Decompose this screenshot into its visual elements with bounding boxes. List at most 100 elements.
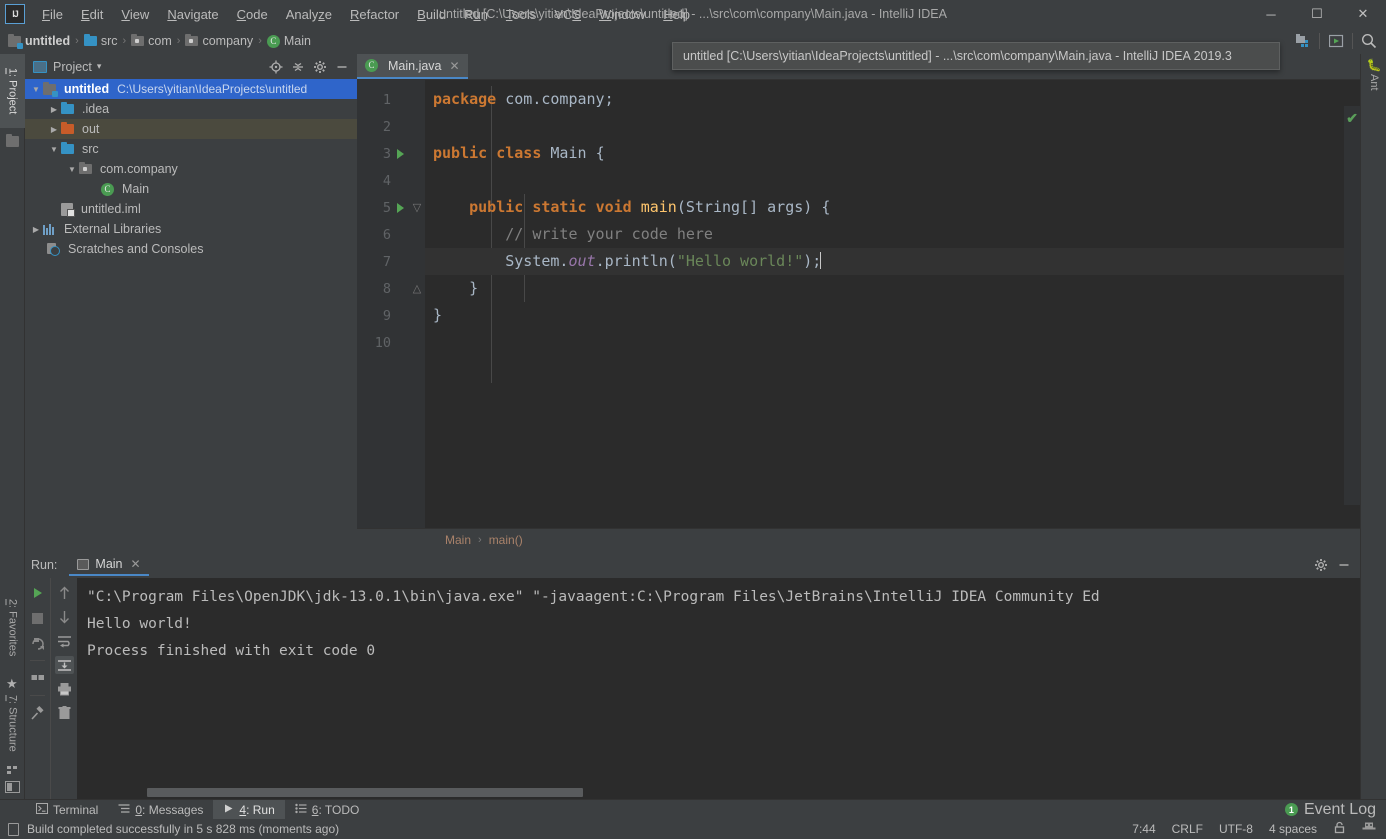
fold-region-start-icon[interactable]: ▽: [413, 201, 421, 214]
expand-arrow-icon[interactable]: ▶: [47, 125, 61, 134]
breadcrumb-src[interactable]: src: [83, 34, 117, 48]
breadcrumb-com[interactable]: com: [131, 34, 172, 48]
minimize-button[interactable]: ─: [1248, 0, 1294, 28]
sidebar-item-project[interactable]: 1: Project: [0, 54, 25, 128]
project-structure-icon[interactable]: [1292, 30, 1314, 52]
expand-arrow-icon[interactable]: ▶: [47, 105, 61, 114]
indent-setting[interactable]: 4 spaces: [1269, 822, 1317, 836]
menu-item-vcs[interactable]: VCS: [545, 3, 590, 26]
bottom-tab-messages[interactable]: 0: Messages: [108, 800, 213, 820]
console-horizontal-scrollbar[interactable]: [77, 785, 1360, 799]
error-stripe-markers[interactable]: ✔: [1344, 106, 1360, 505]
locate-target-icon[interactable]: [266, 57, 286, 77]
tree-item-untitled[interactable]: ▼ untitled C:\Users\yitian\IdeaProjects\…: [25, 79, 357, 99]
breadcrumb-main[interactable]: Main: [266, 34, 311, 48]
expand-arrow-icon[interactable]: ▶: [29, 225, 43, 234]
scroll-down-icon[interactable]: [55, 608, 74, 626]
run-method-gutter-icon[interactable]: [396, 202, 404, 213]
rerun-failed-tests-icon[interactable]: [28, 634, 47, 652]
tab-main-java[interactable]: Main.java ✕: [357, 54, 468, 79]
file-encoding[interactable]: UTF-8: [1219, 822, 1253, 836]
print-icon[interactable]: [55, 680, 74, 698]
menu-item-view[interactable]: View: [112, 3, 158, 26]
search-everywhere-icon[interactable]: [1358, 30, 1380, 52]
breadcrumb-class-main[interactable]: Main: [445, 533, 471, 547]
tab-close-icon[interactable]: ✕: [450, 59, 460, 73]
run-console-icon[interactable]: [1325, 30, 1347, 52]
line-separator[interactable]: CRLF: [1172, 822, 1203, 836]
tree-item-src[interactable]: ▼ src: [25, 139, 357, 159]
rerun-icon[interactable]: [28, 584, 47, 602]
menu-item-tools[interactable]: Tools: [497, 3, 545, 26]
sidebar-item-favorites[interactable]: 2: Favorites: [0, 584, 25, 672]
menu-item-run[interactable]: Run: [455, 3, 497, 26]
library-icon: [43, 223, 56, 235]
chevron-down-icon[interactable]: ▾: [97, 61, 102, 72]
collapse-arrow-icon[interactable]: ▼: [47, 145, 61, 154]
minimize-icon[interactable]: [332, 57, 352, 77]
keyword-static: static: [532, 198, 587, 216]
event-log-label[interactable]: Event Log: [1304, 801, 1376, 819]
gutter-row: 2: [357, 113, 425, 140]
close-button[interactable]: ✕: [1340, 0, 1386, 28]
breadcrumb-company[interactable]: company: [185, 34, 253, 48]
code-content[interactable]: package com.company; public class Main {…: [425, 80, 1360, 528]
maximize-button[interactable]: ☐: [1294, 0, 1340, 28]
tree-item-scratches[interactable]: Scratches and Consoles: [25, 239, 357, 259]
stop-icon[interactable]: [28, 609, 47, 627]
power-save-inspector-icon[interactable]: [1362, 821, 1376, 837]
tree-item-out[interactable]: ▶ out: [25, 119, 357, 139]
tree-item-main[interactable]: Main: [25, 179, 357, 199]
scroll-up-icon[interactable]: [55, 584, 74, 602]
menu-item-edit[interactable]: Edit: [72, 3, 112, 26]
clear-all-icon[interactable]: [55, 704, 74, 722]
sidebar-item-structure[interactable]: 7: Structure: [0, 682, 25, 764]
tree-item-com-company[interactable]: ▼ com.company: [25, 159, 357, 179]
pin-tab-icon[interactable]: [28, 704, 47, 722]
menu-item-code[interactable]: Code: [228, 3, 277, 26]
tree-item-untitled-iml[interactable]: untitled.iml: [25, 199, 357, 219]
breadcrumb-method-main[interactable]: main(): [489, 533, 523, 547]
expand-arrow-icon[interactable]: ▼: [29, 85, 43, 94]
run-class-gutter-icon[interactable]: [396, 148, 404, 159]
menu-item-refactor[interactable]: Refactor: [341, 3, 408, 26]
run-tab-main[interactable]: Main ✕: [69, 553, 149, 576]
tree-item-idea[interactable]: ▶ .idea: [25, 99, 357, 119]
editor-body[interactable]: 1 2 3 4 5 ▽ 6 7 8 △ 9 10 package com.compa…: [357, 80, 1360, 528]
console-output[interactable]: "C:\Program Files\OpenJDK\jdk-13.0.1\bin…: [77, 578, 1360, 799]
soft-wrap-icon[interactable]: [55, 632, 74, 650]
fold-region-end-icon[interactable]: △: [413, 282, 421, 295]
collapse-all-icon[interactable]: [288, 57, 308, 77]
menu-item-build[interactable]: Build: [408, 3, 455, 26]
menu-item-navigate[interactable]: Navigate: [158, 3, 227, 26]
bottom-tab-todo[interactable]: 6: TODO: [285, 800, 370, 820]
menu-item-help[interactable]: Help: [654, 3, 699, 26]
lock-icon[interactable]: [1333, 821, 1346, 837]
minimize-icon[interactable]: [1334, 555, 1354, 575]
tree-item-external-libraries[interactable]: ▶ External Libraries: [25, 219, 357, 239]
run-tab-close-icon[interactable]: ✕: [131, 557, 141, 571]
line-number: 3: [382, 145, 391, 162]
code-line-3: public class Main {: [425, 140, 1360, 167]
menu-item-analyze[interactable]: Analyze: [277, 3, 341, 26]
breadcrumb-untitled[interactable]: untitled: [8, 33, 70, 49]
terminal-rail-icon[interactable]: [5, 781, 20, 793]
collapse-arrow-icon[interactable]: ▼: [65, 165, 79, 174]
menu-item-window[interactable]: Window: [590, 3, 654, 26]
right-tool-rail: 🐛 Ant: [1360, 54, 1386, 799]
gutter-row: 6: [357, 221, 425, 248]
layout-settings-icon[interactable]: [28, 669, 47, 687]
sidebar-item-ant[interactable]: 🐛 Ant: [1361, 58, 1386, 91]
bottom-tab-terminal[interactable]: Terminal: [26, 800, 108, 820]
settings-gear-icon[interactable]: [310, 57, 330, 77]
project-folder-icon[interactable]: [6, 134, 19, 147]
event-log-area[interactable]: 1 Event Log: [1284, 801, 1386, 819]
settings-gear-icon[interactable]: [1311, 555, 1331, 575]
inspection-ok-icon[interactable]: ✔: [1346, 110, 1358, 127]
scroll-to-end-icon[interactable]: [54, 656, 74, 674]
editor-gutter[interactable]: 1 2 3 4 5 ▽ 6 7 8 △ 9 10: [357, 80, 425, 528]
scrollbar-thumb[interactable]: [147, 788, 583, 797]
caret-position[interactable]: 7:44: [1132, 822, 1155, 836]
menu-item-file[interactable]: File: [33, 3, 72, 26]
bottom-tab-run[interactable]: 4: Run: [213, 799, 285, 820]
